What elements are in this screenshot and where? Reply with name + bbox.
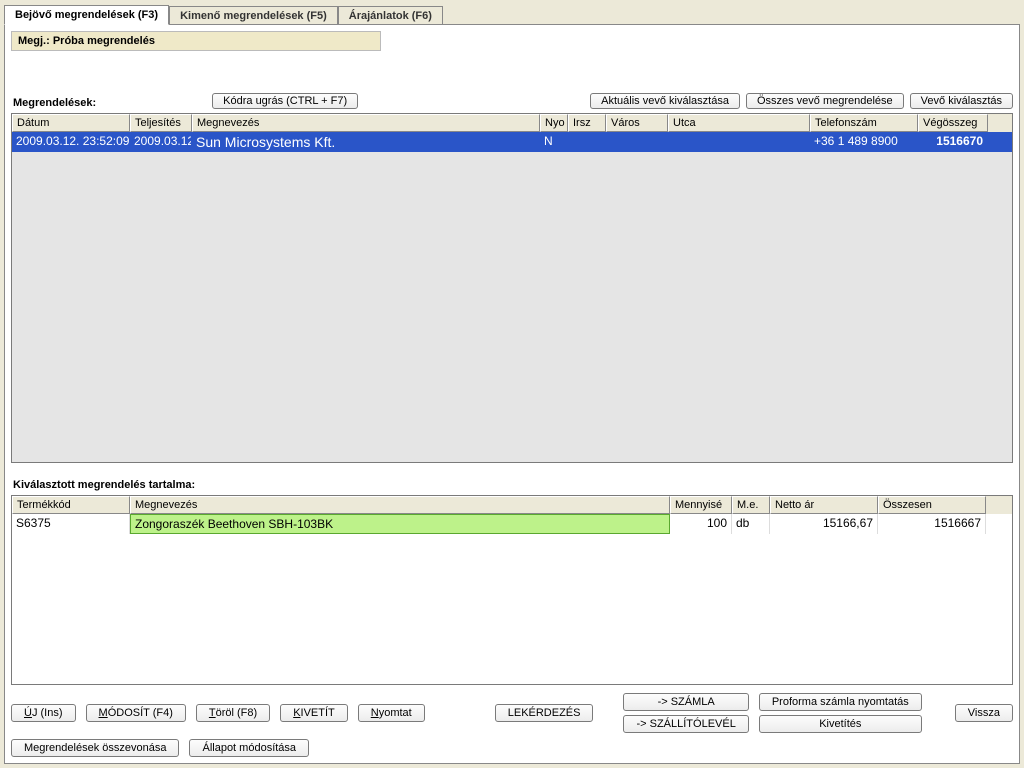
merge-orders-button[interactable]: Megrendelések összevonása xyxy=(11,739,179,757)
cell-netto: 15166,67 xyxy=(770,514,878,534)
details-row[interactable]: S6375 Zongoraszék Beethoven SBH-103BK 10… xyxy=(12,514,1012,534)
col-netto[interactable]: Netto ár xyxy=(770,496,878,514)
back-button[interactable]: Vissza xyxy=(955,704,1013,722)
details-title: Kiválasztott megrendelés tartalma: xyxy=(11,473,1013,493)
col-telefon[interactable]: Telefonszám xyxy=(810,114,918,132)
cell-telefon: +36 1 489 8900 xyxy=(810,132,918,152)
to-delivery-note-button[interactable]: -> SZÁLLÍTÓLEVÉL xyxy=(623,715,748,733)
delete-button[interactable]: Töröl (F8) xyxy=(196,704,270,722)
details-grid: Termékkód Megnevezés Mennyisé M.e. Netto… xyxy=(11,495,1013,685)
orders-grid-header: Dátum Teljesítés Megnevezés Nyo Irsz Vár… xyxy=(12,114,1012,132)
note-label: Megj.: xyxy=(18,35,50,47)
col-nyo[interactable]: Nyo xyxy=(540,114,568,132)
col-vegosszeg[interactable]: Végösszeg xyxy=(918,114,988,132)
col-teljesites[interactable]: Teljesítés xyxy=(130,114,192,132)
tab-outgoing-orders[interactable]: Kimenő megrendelések (F5) xyxy=(169,6,338,25)
tab-quotes[interactable]: Árajánlatok (F6) xyxy=(338,6,443,25)
cell-vegosszeg: 1516670 xyxy=(918,132,988,152)
cell-osszesen: 1516667 xyxy=(878,514,986,534)
all-customer-orders-button[interactable]: Összes vevő megrendelése xyxy=(746,93,904,109)
cell-det-megnevezes: Zongoraszék Beethoven SBH-103BK xyxy=(130,514,670,534)
orders-row[interactable]: 2009.03.12. 23:52:09 2009.03.12. Sun Mic… xyxy=(12,132,1012,152)
col-det-megnevezes[interactable]: Megnevezés xyxy=(130,496,670,514)
select-current-customer-button[interactable]: Aktuális vevő kiválasztása xyxy=(590,93,740,109)
note-value: Próba megrendelés xyxy=(53,35,155,47)
cell-megnevezes: Sun Microsystems Kft. xyxy=(192,132,540,152)
cell-datum: 2009.03.12. 23:52:09 xyxy=(12,132,130,152)
select-customer-button[interactable]: Vevő kiválasztás xyxy=(910,93,1013,109)
col-termekkod[interactable]: Termékkód xyxy=(12,496,130,514)
note-bar: Megj.: Próba megrendelés xyxy=(11,31,381,51)
col-me[interactable]: M.e. xyxy=(732,496,770,514)
cell-utca xyxy=(668,132,810,152)
cell-nyo: N xyxy=(540,132,568,152)
col-osszesen[interactable]: Összesen xyxy=(878,496,986,514)
project-button[interactable]: KIVETÍT xyxy=(280,704,348,722)
cell-irsz xyxy=(568,132,606,152)
orders-grid-body[interactable]: 2009.03.12. 23:52:09 2009.03.12. Sun Mic… xyxy=(12,132,1012,462)
col-mennyiseg[interactable]: Mennyisé xyxy=(670,496,732,514)
col-datum[interactable]: Dátum xyxy=(12,114,130,132)
cell-varos xyxy=(606,132,668,152)
cell-teljesites: 2009.03.12. xyxy=(130,132,192,152)
content-wrap: Megj.: Próba megrendelés Megrendelések: … xyxy=(5,25,1019,685)
col-irsz[interactable]: Irsz xyxy=(568,114,606,132)
orders-title: Megrendelések: xyxy=(11,91,96,111)
bottom-toolbar: ÚJ (Ins) MÓDOSÍT (F4) Töröl (F8) KIVETÍT… xyxy=(11,693,1013,757)
cell-me: db xyxy=(732,514,770,534)
modify-button[interactable]: MÓDOSÍT (F4) xyxy=(86,704,186,722)
col-utca[interactable]: Utca xyxy=(668,114,810,132)
print-button[interactable]: Nyomtat xyxy=(358,704,425,722)
new-button[interactable]: ÚJ (Ins) xyxy=(11,704,76,722)
jump-to-code-button[interactable]: Kódra ugrás (CTRL + F7) xyxy=(212,93,358,109)
to-invoice-button[interactable]: -> SZÁMLA xyxy=(623,693,748,711)
details-grid-body[interactable]: S6375 Zongoraszék Beethoven SBH-103BK 10… xyxy=(12,514,1012,684)
cell-termekkod: S6375 xyxy=(12,514,130,534)
tab-content: Megj.: Próba megrendelés Megrendelések: … xyxy=(4,24,1020,764)
tab-strip: Bejövő megrendelések (F3) Kimenő megrend… xyxy=(0,0,1024,24)
projection-button[interactable]: Kivetítés xyxy=(759,715,922,733)
tab-incoming-orders[interactable]: Bejövő megrendelések (F3) xyxy=(4,5,169,25)
col-megnevezes[interactable]: Megnevezés xyxy=(192,114,540,132)
orders-toolbar: Megrendelések: Kódra ugrás (CTRL + F7) A… xyxy=(11,91,1013,111)
query-button[interactable]: LEKÉRDEZÉS xyxy=(495,704,594,722)
app-root: Bejövő megrendelések (F3) Kimenő megrend… xyxy=(0,0,1024,768)
orders-grid: Dátum Teljesítés Megnevezés Nyo Irsz Vár… xyxy=(11,113,1013,463)
proforma-print-button[interactable]: Proforma számla nyomtatás xyxy=(759,693,922,711)
state-modify-button[interactable]: Állapot módosítása xyxy=(189,739,309,757)
details-grid-header: Termékkód Megnevezés Mennyisé M.e. Netto… xyxy=(12,496,1012,514)
new-button-rest: J (Ins) xyxy=(32,707,63,719)
col-varos[interactable]: Város xyxy=(606,114,668,132)
cell-mennyiseg: 100 xyxy=(670,514,732,534)
